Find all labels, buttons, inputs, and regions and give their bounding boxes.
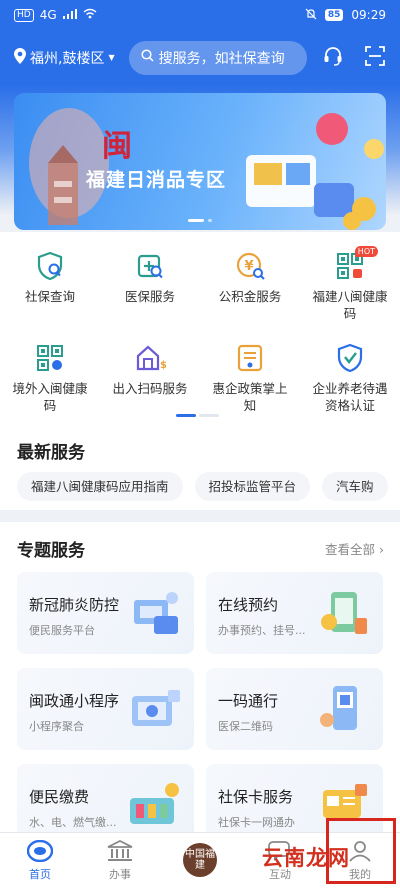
app-header: 福州,鼓楼区 ▼ 搜服务，如社保查询 xyxy=(0,30,400,85)
caret-down-icon: ▼ xyxy=(108,53,115,62)
pension-cert-icon xyxy=(334,342,366,374)
location-label: 福州,鼓楼区 xyxy=(30,50,105,67)
service-label: 公积金服务 xyxy=(218,289,282,304)
service-housing-fund[interactable]: ¥ 公积金服务 xyxy=(200,250,300,342)
enterprise-policy-icon xyxy=(234,342,266,374)
highlight-box xyxy=(326,818,396,884)
search-placeholder: 搜服务，如社保查询 xyxy=(158,50,285,67)
service-health-code[interactable]: HOT 福建八闽健康码 xyxy=(300,246,400,342)
service-label: 出入扫码服务 xyxy=(112,381,188,396)
card-utility-payment[interactable]: 便民缴费 水、电、燃气缴... xyxy=(17,764,194,832)
service-grid-card: 社保查询 医保服务 ¥ 公积金服务 HOT 福建八闽健康码 境外入闽健康码 $ … xyxy=(0,232,400,422)
service-pension-cert[interactable]: 企业养老待遇资格认证 xyxy=(300,342,400,434)
tab-services[interactable]: 办事 xyxy=(80,833,160,888)
battery-indicator: 85 xyxy=(324,9,344,21)
payment-illustration xyxy=(130,783,179,824)
promo-banner[interactable]: 闽 福建日消品专区 xyxy=(14,93,386,230)
service-enterprise-policy[interactable]: 惠企政策掌上知 xyxy=(200,342,300,434)
service-label: 境外入闽健康码 xyxy=(12,381,88,413)
card-title: 一码通行 xyxy=(218,692,279,710)
covid-illustration xyxy=(134,592,178,634)
card-title: 社保卡服务 xyxy=(218,788,294,806)
card-mini-program[interactable]: 闽政通小程序 小程序聚合 xyxy=(17,668,194,750)
svg-text:¥: ¥ xyxy=(244,259,253,274)
location-selector[interactable]: 福州,鼓楼区 ▼ xyxy=(14,47,115,68)
card-one-code-pass[interactable]: 一码通行 医保二维码 xyxy=(206,668,383,750)
service-medical[interactable]: 医保服务 xyxy=(100,250,200,342)
latest-chip[interactable]: 招投标监管平台 xyxy=(194,472,311,501)
latest-services-section: 最新服务 福建八闽健康码应用指南 招投标监管平台 汽车购 xyxy=(0,422,400,510)
booking-illustration xyxy=(321,592,367,634)
pagination-dot xyxy=(188,219,204,222)
card-subtitle: 水、电、燃气缴... xyxy=(29,816,117,829)
clock: 09:29 xyxy=(351,8,386,22)
latest-chip[interactable]: 汽车购 xyxy=(322,472,388,501)
service-label: 企业养老待遇资格认证 xyxy=(312,381,388,413)
card-subtitle: 社保卡一网通办 xyxy=(218,816,295,829)
special-services-title: 专题服务 xyxy=(17,541,85,561)
mini-program-illustration xyxy=(132,690,180,726)
card-subtitle: 医保二维码 xyxy=(218,720,273,733)
tab-label: 办事 xyxy=(109,868,131,881)
tab-fujian[interactable]: 中国福建 xyxy=(160,833,240,888)
chevron-right-icon: › xyxy=(379,542,384,557)
one-code-illustration xyxy=(320,686,357,730)
card-title: 在线预约 xyxy=(218,596,279,614)
special-services-section: 专题服务 查看全部 › 新冠肺炎防控 便民服务平台 在线预约 办事预约、挂号..… xyxy=(0,522,400,832)
government-building-icon xyxy=(106,838,134,864)
pagination-dot xyxy=(208,219,212,222)
card-subtitle: 办事预约、挂号... xyxy=(218,624,306,637)
home-icon xyxy=(26,838,54,864)
customer-service-icon[interactable] xyxy=(322,45,344,71)
tab-home[interactable]: 首页 xyxy=(0,833,80,888)
card-title: 便民缴费 xyxy=(29,788,90,806)
latest-chip[interactable]: 福建八闽健康码应用指南 xyxy=(17,472,183,501)
service-label: 惠企政策掌上知 xyxy=(212,381,288,413)
fujian-emblem: 中国福建 xyxy=(183,843,217,877)
social-security-icon xyxy=(34,250,66,282)
overseas-health-code-icon xyxy=(34,342,66,374)
housing-fund-icon: ¥ xyxy=(234,250,266,282)
service-grid: 社保查询 医保服务 ¥ 公积金服务 HOT 福建八闽健康码 境外入闽健康码 $ … xyxy=(0,232,400,434)
card-title: 闽政通小程序 xyxy=(29,692,120,710)
svg-text:$: $ xyxy=(160,360,166,371)
signal-icon xyxy=(62,8,77,22)
medical-insurance-icon xyxy=(134,250,166,282)
card-online-booking[interactable]: 在线预约 办事预约、挂号... xyxy=(206,572,383,654)
network-indicator: 4G xyxy=(39,8,57,22)
location-pin-icon xyxy=(14,47,26,68)
banner-title: 福建日消品专区 xyxy=(86,169,227,191)
hot-badge: HOT xyxy=(354,246,378,257)
sim-indicator: HD xyxy=(14,8,34,22)
see-all-label: 查看全部 xyxy=(325,542,376,557)
tab-label: 首页 xyxy=(29,868,51,881)
grid-indicator-active xyxy=(176,414,196,417)
search-icon xyxy=(141,49,154,66)
latest-services-title: 最新服务 xyxy=(17,443,85,463)
service-label: 医保服务 xyxy=(124,289,175,304)
search-bar[interactable]: 搜服务，如社保查询 xyxy=(128,40,307,75)
service-scan-entry[interactable]: $ 出入扫码服务 xyxy=(100,342,200,434)
service-social-security[interactable]: 社保查询 xyxy=(0,250,100,342)
wifi-icon xyxy=(83,8,97,22)
health-code-icon: HOT xyxy=(334,246,378,282)
grid-page-indicator xyxy=(176,414,219,417)
banner-pagination xyxy=(14,219,386,222)
scan-icon[interactable] xyxy=(364,45,386,71)
mute-icon xyxy=(305,8,317,23)
card-subtitle: 小程序聚合 xyxy=(29,720,84,733)
service-label: 社保查询 xyxy=(24,289,75,304)
latest-services-chips: 福建八闽健康码应用指南 招投标监管平台 汽车购 xyxy=(17,472,388,501)
card-subtitle: 便民服务平台 xyxy=(29,624,95,637)
grid-indicator xyxy=(199,414,219,417)
banner-illustration xyxy=(29,108,384,230)
see-all-link[interactable]: 查看全部 › xyxy=(325,539,384,558)
scan-entry-icon: $ xyxy=(134,342,167,374)
banner-logo: 闽 xyxy=(102,129,132,164)
card-covid-prevention[interactable]: 新冠肺炎防控 便民服务平台 xyxy=(17,572,194,654)
service-label: 福建八闽健康码 xyxy=(312,289,388,321)
card-title: 新冠肺炎防控 xyxy=(29,596,120,614)
service-overseas-health-code[interactable]: 境外入闽健康码 xyxy=(0,342,100,434)
status-bar: HD 4G 85 09:29 xyxy=(0,0,400,30)
